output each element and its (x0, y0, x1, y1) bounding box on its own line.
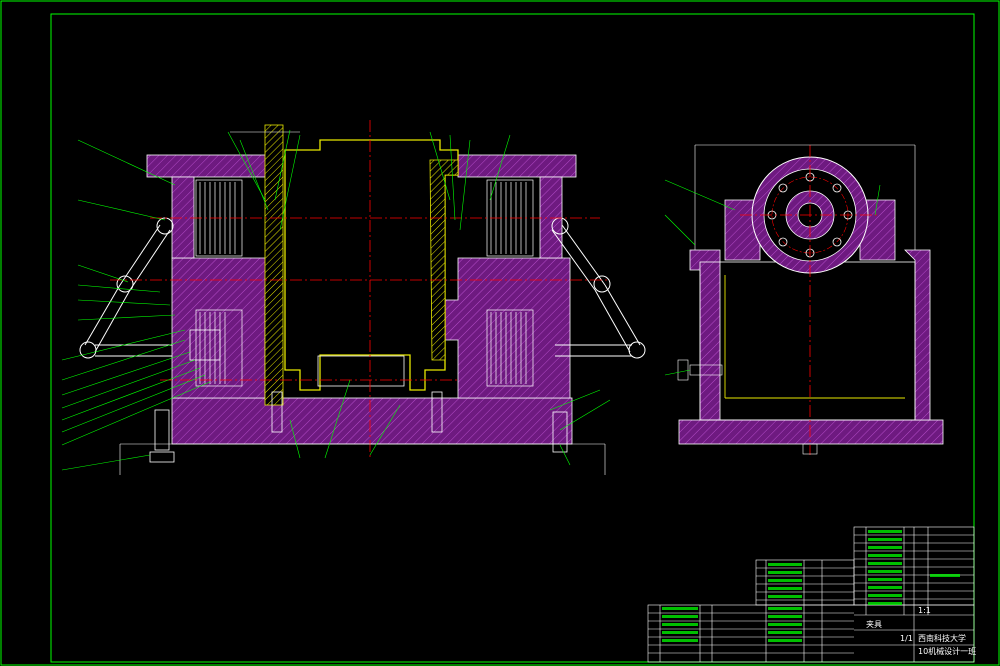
title-block-fills (662, 530, 960, 642)
school-name: 西南科技大学 (918, 633, 966, 643)
side-view (664, 144, 944, 455)
scale-value: 1:1 (918, 606, 931, 615)
cad-drawing-sheet: 夹具 1:1 1/1 西南科技大学 10机械设计一班 (0, 0, 1000, 666)
sheet-number: 1/1 (900, 634, 913, 643)
drawing-name: 夹具 (866, 619, 882, 629)
class-label: 10机械设计一班 (918, 646, 976, 656)
front-section-view (61, 120, 646, 475)
